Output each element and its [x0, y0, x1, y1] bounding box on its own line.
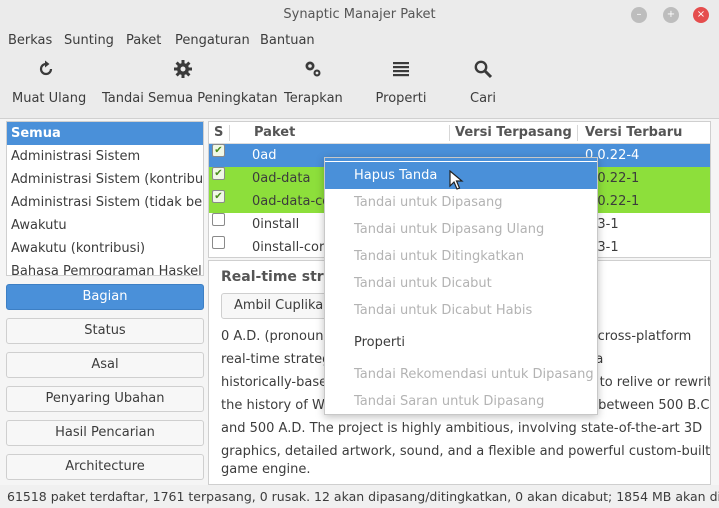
maximize-button[interactable]: + [663, 7, 679, 23]
menu-pengaturan[interactable]: Pengaturan [175, 33, 250, 48]
toolbar: Muat Ulang Tandai Semua Peningkatan Tera… [0, 53, 719, 119]
filter-item[interactable]: Bahasa Pemrograman Haskell [7, 260, 203, 275]
apply-button[interactable]: Terapkan [284, 59, 343, 106]
architecture-button[interactable]: Architecture [6, 454, 204, 480]
filter-item[interactable]: Administrasi Sistem (tidak bebas) [7, 191, 203, 214]
menu-item-mark-recommended[interactable]: Tandai Rekomendasi untuk Dipasang [325, 361, 597, 388]
checkbox[interactable] [212, 213, 225, 226]
package-name: 0install-core [252, 240, 333, 255]
column-package[interactable]: Paket [254, 125, 295, 140]
mark-all-upgrades-button[interactable]: Tandai Semua Peningkatan [102, 59, 278, 106]
menu-berkas[interactable]: Berkas [8, 33, 52, 48]
reload-label: Muat Ulang [12, 91, 87, 106]
minimize-icon: – [636, 9, 642, 20]
menu-paket[interactable]: Paket [126, 33, 161, 48]
filter-item[interactable]: Awakutu [7, 214, 203, 237]
menu-item-mark-reinstall[interactable]: Tandai untuk Dipasang Ulang [325, 216, 597, 243]
maximize-icon: + [666, 9, 676, 20]
origin-button[interactable]: Asal [6, 352, 204, 378]
filter-item[interactable]: Administrasi Sistem (kontribusi) [7, 168, 203, 191]
window-title: Synaptic Manajer Paket [283, 7, 436, 22]
title-bar: Synaptic Manajer Paket [0, 0, 719, 30]
checkbox-marked[interactable]: ✔ [212, 190, 225, 203]
menu-bantuan[interactable]: Bantuan [260, 33, 315, 48]
sections-button[interactable]: Bagian [6, 284, 204, 310]
menu-item-mark-install[interactable]: Tandai untuk Dipasang [325, 189, 597, 216]
column-divider [577, 125, 578, 141]
context-menu: Hapus Tanda Tandai untuk Dipasang Tandai… [324, 157, 598, 415]
apply-gears-icon [284, 59, 342, 83]
column-installed-version[interactable]: Versi Terpasang [455, 125, 572, 140]
close-icon: × [696, 9, 706, 20]
reload-button[interactable]: Muat Ulang [12, 59, 87, 106]
get-screenshot-button[interactable]: Ambil Cuplikan Layar [221, 293, 331, 319]
custom-filters-button[interactable]: Penyaring Ubahan [6, 386, 204, 412]
filter-item[interactable]: Administrasi Sistem [7, 145, 203, 168]
menu-item-mark-purge[interactable]: Tandai untuk Dicabut Habis [325, 297, 597, 324]
package-name: 0install [252, 217, 300, 232]
menu-bar: Berkas Sunting Paket Pengaturan Bantuan [0, 30, 719, 53]
column-divider [449, 125, 450, 141]
close-button[interactable]: × [693, 7, 709, 23]
search-icon [466, 59, 500, 83]
checkbox-marked[interactable]: ✔ [212, 144, 225, 157]
status-bar: 61518 paket terdaftar, 1761 terpasang, 0… [0, 485, 719, 508]
status-button[interactable]: Status [6, 318, 204, 344]
menu-item-mark-upgrade[interactable]: Tandai untuk Ditingkatkan [325, 243, 597, 270]
column-latest-version[interactable]: Versi Terbaru [585, 125, 682, 140]
context-menu-accent [325, 158, 597, 161]
reload-icon [12, 59, 80, 83]
search-results-button[interactable]: Hasil Pencarian [6, 420, 204, 446]
menu-item-mark-removal[interactable]: Tandai untuk Dicabut [325, 270, 597, 297]
properties-label: Properti [375, 91, 427, 106]
mouse-pointer-icon [449, 169, 465, 190]
column-status[interactable]: S [214, 125, 223, 140]
properties-button[interactable]: Properti [374, 59, 428, 106]
search-button[interactable]: Cari [466, 59, 500, 106]
mark-all-upgrades-label: Tandai Semua Peningkatan [102, 91, 278, 106]
list-icon [374, 59, 428, 83]
menu-item-properties[interactable]: Properti [325, 329, 597, 356]
filter-list[interactable]: Semua Administrasi Sistem Administrasi S… [6, 121, 204, 276]
apply-label: Terapkan [284, 91, 343, 106]
gear-icon [102, 59, 263, 83]
search-label: Cari [470, 91, 496, 106]
description-line: game engine. [221, 462, 311, 477]
menu-sunting[interactable]: Sunting [64, 33, 114, 48]
description-line: and 500 A.D. The project is highly ambit… [221, 421, 703, 436]
filter-item-semua[interactable]: Semua [7, 122, 203, 145]
menu-item-mark-suggested[interactable]: Tandai Saran untuk Dipasang [325, 388, 597, 415]
table-header: S Paket Versi Terpasang Versi Terbaru [209, 122, 710, 144]
package-name: 0ad-data [252, 171, 311, 186]
minimize-button[interactable]: – [631, 7, 647, 23]
description-line: graphics, detailed artwork, sound, and a… [221, 444, 711, 459]
checkbox-marked[interactable]: ✔ [212, 167, 225, 180]
column-divider [229, 125, 230, 141]
package-name: 0ad [252, 148, 277, 163]
filter-item[interactable]: Awakutu (kontribusi) [7, 237, 203, 260]
checkbox[interactable] [212, 236, 225, 249]
